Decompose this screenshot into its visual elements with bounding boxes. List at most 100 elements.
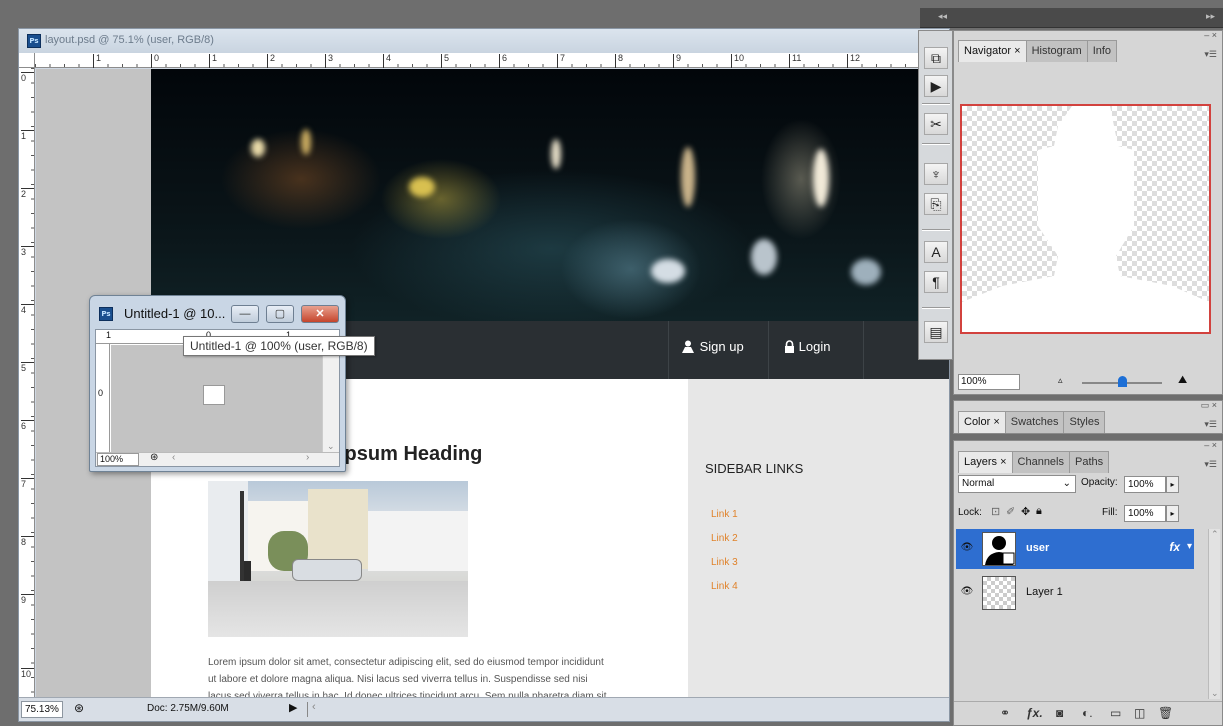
minimize-button[interactable]: —	[231, 305, 259, 323]
panel-dock-header[interactable]: ◂◂ ▸▸	[920, 8, 1223, 28]
document-titlebar[interactable]: Ps layout.psd @ 75.1% (user, RGB/8)	[19, 29, 949, 53]
panel-menu-icon[interactable]: ▾☰	[1204, 419, 1217, 430]
blend-mode-select[interactable]: Normal ⌄	[958, 475, 1076, 493]
link-layers-icon[interactable]: ⚭	[1000, 706, 1010, 720]
zoom-level-field[interactable]: 75.13%	[21, 701, 63, 718]
fx-icon[interactable]: fx	[1169, 540, 1180, 554]
add-layer-style-icon[interactable]: ƒx.	[1026, 706, 1043, 720]
lock-transparent-icon[interactable]: ⊡	[991, 505, 1000, 518]
doc-size-label: Doc: 2.75M/9.60M	[147, 703, 229, 714]
layer-row-layer1[interactable]: 👁︎ Layer 1	[956, 573, 1194, 613]
tab-color[interactable]: Color ×	[958, 411, 1006, 433]
collapse-dock-icon[interactable]: ◂◂	[938, 11, 947, 22]
tab-layers-label: Layers	[964, 456, 998, 468]
expand-effects-icon[interactable]: ▾	[1187, 541, 1192, 552]
fill-field[interactable]: 100%	[1124, 505, 1166, 522]
layers-footer: ⚭ ƒx. ◙ ◐. ▭ ◫ 🗑︎	[954, 701, 1222, 725]
ruler-v-label: 4	[21, 304, 34, 315]
delete-layer-icon[interactable]: 🗑︎	[1158, 706, 1173, 720]
scroll-down-icon[interactable]: ⌄	[327, 441, 335, 452]
scroll-left-icon[interactable]: ‹	[312, 701, 316, 713]
tab-info[interactable]: Info	[1086, 40, 1118, 62]
lock-all-icon[interactable]: 🔒︎	[1036, 505, 1042, 518]
close-button[interactable]: ✕	[301, 305, 339, 323]
maximize-button[interactable]: ▢	[266, 305, 294, 323]
layer-name[interactable]: user	[1026, 542, 1049, 554]
hero-light	[751, 239, 777, 275]
navigator-tabs: Navigator × Histogram Info	[958, 40, 1118, 62]
history-panel-icon[interactable]: ⧉	[924, 47, 948, 69]
sidebar-link: Link 1	[711, 509, 738, 520]
scroll-left-icon[interactable]: ‹	[172, 452, 175, 463]
opacity-field[interactable]: 100%	[1124, 476, 1166, 493]
zoom-in-icon[interactable]: ⛰	[1178, 374, 1187, 387]
opacity-slider-button[interactable]: ▸	[1166, 476, 1179, 493]
status-menu-arrow-icon[interactable]: ▶	[289, 701, 297, 714]
tab-histogram[interactable]: Histogram	[1025, 40, 1088, 62]
layers-scrollbar[interactable]: ⌃ ⌄	[1208, 529, 1220, 699]
notes-panel-icon[interactable]: ▤	[924, 321, 948, 343]
lock-label: Lock:	[958, 507, 982, 518]
zoom-slider-thumb[interactable]	[1118, 376, 1127, 387]
tab-channels[interactable]: Channels	[1011, 451, 1070, 473]
photoshop-file-icon: Ps	[27, 34, 41, 48]
content-photo	[208, 481, 468, 637]
layer-thumbnail	[982, 532, 1016, 566]
zoom-out-icon[interactable]: ▵	[1058, 375, 1063, 386]
tab-styles[interactable]: Styles	[1063, 411, 1106, 433]
paragraph-panel-icon[interactable]: ¶	[924, 271, 948, 293]
ruler-origin[interactable]	[19, 53, 35, 68]
tab-swatches[interactable]: Swatches	[1004, 411, 1065, 433]
character-panel-icon[interactable]: A	[924, 241, 948, 263]
scroll-up-icon[interactable]: ⌃	[1211, 529, 1219, 540]
user-silhouette-icon	[985, 536, 1015, 565]
visibility-eye-icon[interactable]: 👁︎	[960, 541, 974, 555]
ruler-v-label: 9	[21, 594, 34, 605]
actions-panel-icon[interactable]: ▶	[924, 75, 948, 97]
layer-row-user[interactable]: 👁︎ user fx ▾	[956, 529, 1194, 569]
visibility-eye-icon[interactable]: 👁︎	[960, 585, 974, 599]
expand-dock-icon[interactable]: ▸▸	[1206, 11, 1215, 22]
untitled-zoom-field[interactable]: 100%	[97, 453, 139, 466]
info-icon[interactable]: ⊛	[74, 701, 84, 715]
lock-position-icon[interactable]: ✥	[1021, 505, 1030, 518]
vertical-ruler[interactable]: 0 1 2 3 4 5 6 7 8 9 10	[19, 68, 35, 697]
tab-paths[interactable]: Paths	[1069, 451, 1110, 473]
untitled-ruler-v[interactable]: 0	[96, 344, 110, 454]
fill-slider-button[interactable]: ▸	[1166, 505, 1179, 522]
ruler-v-label: 0	[98, 388, 104, 398]
untitled-canvas[interactable]	[111, 345, 323, 453]
navigator-zoom-field[interactable]: 100%	[958, 374, 1020, 390]
close-panel-icon[interactable]: – ×	[1204, 440, 1217, 450]
new-group-icon[interactable]: ▭	[1110, 706, 1121, 720]
untitled-scrollbar-v[interactable]: ⌄	[322, 344, 339, 454]
info-icon[interactable]: ⊛	[150, 452, 158, 463]
clone-source-icon[interactable]: ⎘	[924, 193, 948, 215]
navigator-preview[interactable]	[960, 104, 1211, 334]
hero-light	[851, 259, 881, 285]
add-mask-icon[interactable]: ◙	[1056, 706, 1063, 720]
tab-navigator-label: Navigator	[964, 45, 1012, 57]
panel-menu-icon[interactable]: ▾☰	[1204, 49, 1217, 60]
tab-navigator[interactable]: Navigator ×	[958, 40, 1027, 62]
tab-layers[interactable]: Layers ×	[958, 451, 1013, 473]
untitled-document-window[interactable]: Ps Untitled-1 @ 10... — ▢ ✕ 1 0 1 0 ⌄ 10…	[89, 295, 346, 472]
panel-menu-icon[interactable]: ▾☰	[1204, 459, 1217, 470]
close-panel-icon[interactable]: ▭ ×	[1201, 400, 1217, 411]
paragraph-line: lacus sed viverra tellus in hac. Id done…	[208, 691, 607, 697]
scroll-right-icon[interactable]: ›	[306, 452, 309, 463]
close-panel-icon[interactable]: – ×	[1204, 30, 1217, 40]
ruler-v-label: 7	[21, 478, 34, 489]
horizontal-ruler[interactable]: 1 0 1 2 3 4 5 6 7 8 9 10 11 12	[35, 53, 949, 68]
scroll-down-icon[interactable]: ⌄	[1211, 688, 1219, 699]
lock-image-icon[interactable]: ✐	[1006, 505, 1015, 518]
sidebar-title: SIDEBAR LINKS	[705, 461, 804, 476]
untitled-layer-thumbnail	[203, 385, 225, 405]
layer-thumbnail	[982, 576, 1016, 610]
layer-name[interactable]: Layer 1	[1026, 586, 1063, 598]
tool-presets-icon[interactable]: ✂	[924, 113, 948, 135]
brushes-panel-icon[interactable]: ♆	[924, 163, 948, 185]
adjustment-layer-icon[interactable]: ◐.	[1082, 706, 1093, 720]
chevron-down-icon: ⌄	[1062, 478, 1071, 489]
new-layer-icon[interactable]: ◫	[1134, 706, 1145, 720]
